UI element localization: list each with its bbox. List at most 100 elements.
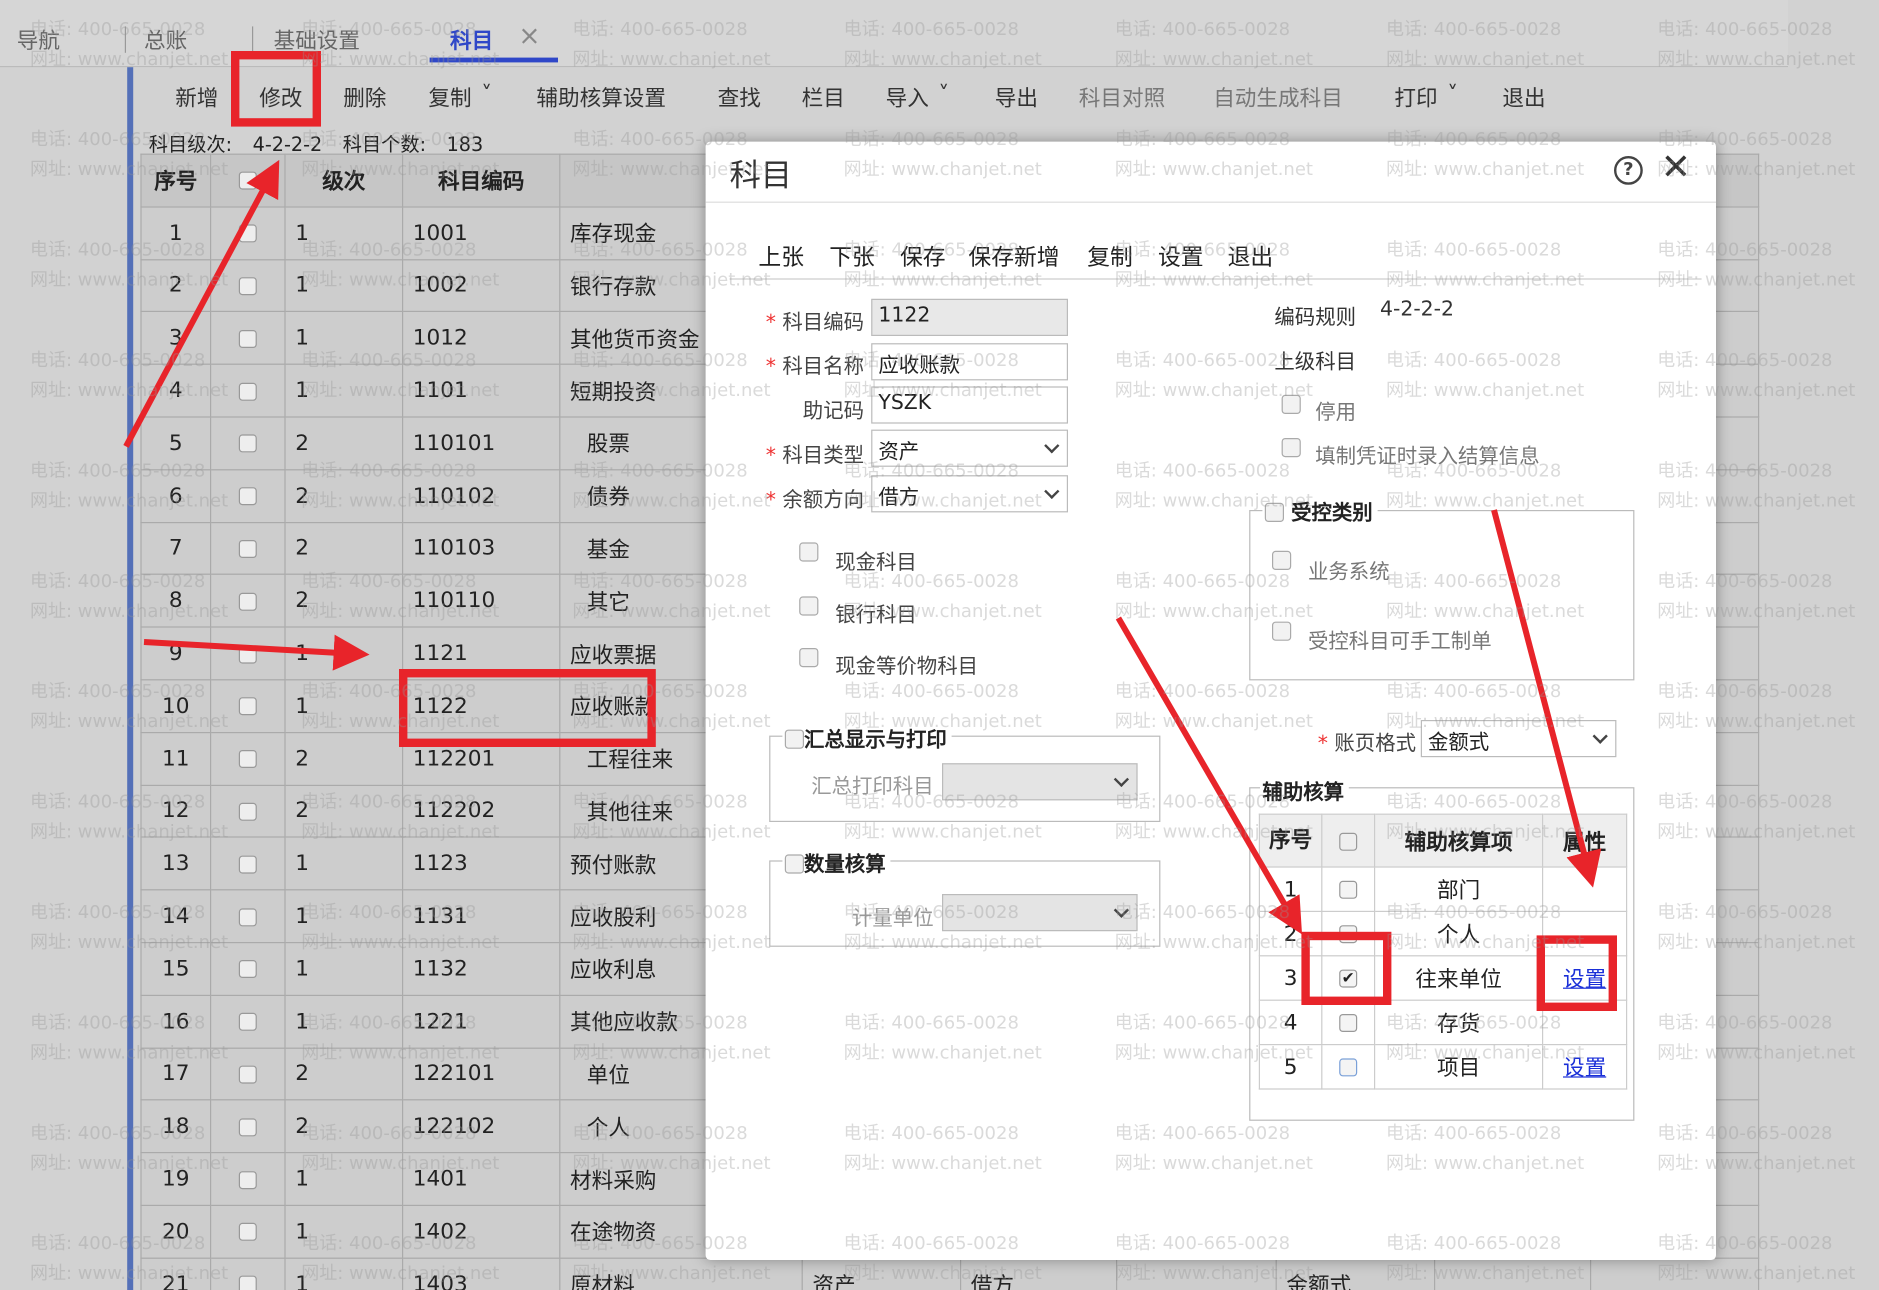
close-icon[interactable]: ✕ <box>1661 146 1691 188</box>
row-checkbox[interactable] <box>210 416 286 471</box>
row-checkbox[interactable] <box>210 941 286 996</box>
manual-checkbox[interactable] <box>1272 621 1292 641</box>
disabled-checkbox[interactable] <box>1281 394 1301 415</box>
toolbar-button[interactable]: 导出 <box>995 82 1038 113</box>
direction-select[interactable]: 借方 <box>871 475 1068 513</box>
row-checkbox[interactable] <box>210 889 286 944</box>
select-all-checkbox[interactable] <box>1321 813 1376 868</box>
chevron-down-icon: ˅ <box>481 81 493 107</box>
row-checkbox[interactable] <box>210 1047 286 1101</box>
dialog-toolbar-button[interactable]: 保存 <box>900 240 946 272</box>
row-checkbox[interactable] <box>210 363 286 418</box>
row-checkbox[interactable] <box>210 521 286 576</box>
toolbar-button[interactable]: 辅助核算设置 <box>536 82 666 113</box>
aux-row[interactable]: 3 ✔ 往来单位 设置 <box>1258 955 1628 1001</box>
aux-item-name: 往来单位 <box>1374 955 1544 1001</box>
toolbar-button[interactable]: 导入 <box>886 82 929 113</box>
row-checkbox[interactable] <box>210 1204 286 1259</box>
aux-row[interactable]: 5 项目 设置 <box>1258 1044 1628 1090</box>
aux-row[interactable]: 1 部门 <box>1258 866 1628 913</box>
dialog-toolbar-button[interactable]: 保存新增 <box>968 240 1059 272</box>
row-checkbox[interactable] <box>210 626 286 681</box>
row-checkbox[interactable] <box>210 994 286 1049</box>
row-checkbox[interactable] <box>210 679 286 733</box>
toolbar-button[interactable]: 查找 <box>718 82 761 113</box>
table-row[interactable]: 21 1 1403 原材料 资产 借方 金额式 <box>140 1257 1760 1290</box>
toolbar-button[interactable]: 退出 <box>1502 82 1545 113</box>
tab-ledger[interactable]: 总账 <box>144 24 187 55</box>
aux-set-link[interactable]: 设置 <box>1542 1044 1628 1090</box>
column-header: 序号 <box>140 153 212 208</box>
row-checkbox[interactable] <box>210 468 286 523</box>
row-checkbox[interactable] <box>210 836 286 891</box>
aux-row[interactable]: 2 个人 <box>1258 910 1628 957</box>
help-icon[interactable]: ? <box>1614 156 1643 185</box>
code-cell: 1101 <box>402 363 561 418</box>
code-label: * 科目编码 <box>765 310 865 335</box>
aux-checkbox[interactable] <box>1321 1044 1376 1090</box>
controlled-checkbox[interactable] <box>1264 502 1284 522</box>
cash-equiv-label: 现金等价物科目 <box>835 655 979 680</box>
tab-close-icon[interactable]: × <box>518 22 540 52</box>
summary-checkbox[interactable] <box>784 729 805 749</box>
quantity-legend: 数量核算 <box>782 847 891 878</box>
aux-checkbox[interactable]: ✔ <box>1321 955 1376 1001</box>
toolbar-button[interactable]: 复制 <box>428 82 471 113</box>
level-cell: 1 <box>284 994 404 1049</box>
mnemonic-input[interactable]: YSZK <box>871 386 1068 424</box>
settle-info-checkbox[interactable] <box>1281 438 1301 458</box>
dialog-toolbar-button[interactable]: 下张 <box>829 240 875 272</box>
toolbar-button[interactable]: 栏目 <box>802 82 845 113</box>
row-checkbox[interactable] <box>210 206 286 260</box>
toolbar-button[interactable]: 删除 <box>343 82 386 113</box>
level-cell: 2 <box>284 574 404 628</box>
toolbar-button[interactable]: 修改 <box>259 82 302 113</box>
tab-accounts[interactable]: 科目 <box>450 24 493 55</box>
tab-separator <box>252 26 254 53</box>
column-header: 科目编码 <box>402 153 561 208</box>
quantity-checkbox[interactable] <box>784 854 805 874</box>
business-checkbox[interactable] <box>1272 550 1292 570</box>
row-checkbox[interactable] <box>210 311 286 366</box>
tab-basic-settings[interactable]: 基础设置 <box>274 24 360 55</box>
cash-equiv-checkbox[interactable] <box>799 648 819 668</box>
name-input[interactable]: 应收账款 <box>871 343 1068 381</box>
row-checkbox[interactable] <box>210 258 286 313</box>
code-cell: 1402 <box>402 1204 561 1259</box>
row-checkbox[interactable] <box>210 574 286 628</box>
account-dialog: 科目 ? ✕ 上张 下张 保存 保存新增 复制 设置 退出 * 科目编码 1122 * 科目… <box>705 141 1717 1261</box>
toolbar-button[interactable]: 自动生成科目 <box>1213 82 1343 113</box>
bank-checkbox[interactable] <box>799 596 819 616</box>
aux-checkbox[interactable] <box>1321 910 1376 957</box>
cash-checkbox[interactable] <box>799 542 819 562</box>
dialog-toolbar-button[interactable]: 退出 <box>1228 240 1274 272</box>
dialog-toolbar-button[interactable]: 上张 <box>758 240 804 272</box>
code-input[interactable]: 1122 <box>871 298 1068 336</box>
code-cell: 110101 <box>402 416 561 471</box>
row-checkbox[interactable] <box>210 1099 286 1154</box>
type-select[interactable]: 资产 <box>871 429 1068 467</box>
dialog-toolbar-button[interactable]: 复制 <box>1087 240 1133 272</box>
tab-nav[interactable]: 导航 <box>17 24 60 55</box>
level-cell: 2 <box>284 416 404 471</box>
row-checkbox[interactable] <box>210 731 286 786</box>
dialog-toolbar-button[interactable]: 设置 <box>1158 240 1204 272</box>
toolbar-button[interactable]: 科目对照 <box>1079 82 1165 113</box>
row-checkbox[interactable] <box>210 784 286 839</box>
column-header: 属性 <box>1542 813 1628 868</box>
aux-checkbox[interactable] <box>1321 999 1376 1046</box>
summary-print-select[interactable] <box>942 763 1138 801</box>
unit-select[interactable] <box>942 894 1138 932</box>
row-number: 2 <box>140 258 212 313</box>
aux-table: 序号 辅助核算项 属性 1 部门 2 个人 3 ✔ 往来单位 设置 4 存货 5 项目 设置 <box>1258 813 1628 1090</box>
controlled-legend: 受控类别 <box>1262 495 1378 526</box>
ledger-format-select[interactable]: 金额式 <box>1420 720 1617 758</box>
row-checkbox[interactable] <box>210 1152 286 1206</box>
toolbar-button[interactable]: 新增 <box>175 82 218 113</box>
row-checkbox[interactable] <box>210 1257 286 1290</box>
aux-checkbox[interactable] <box>1321 866 1376 913</box>
toolbar-button[interactable]: 打印 <box>1394 82 1437 113</box>
aux-row[interactable]: 4 存货 <box>1258 999 1628 1046</box>
aux-set-link[interactable]: 设置 <box>1542 955 1628 1001</box>
select-all-checkbox[interactable] <box>210 153 286 208</box>
